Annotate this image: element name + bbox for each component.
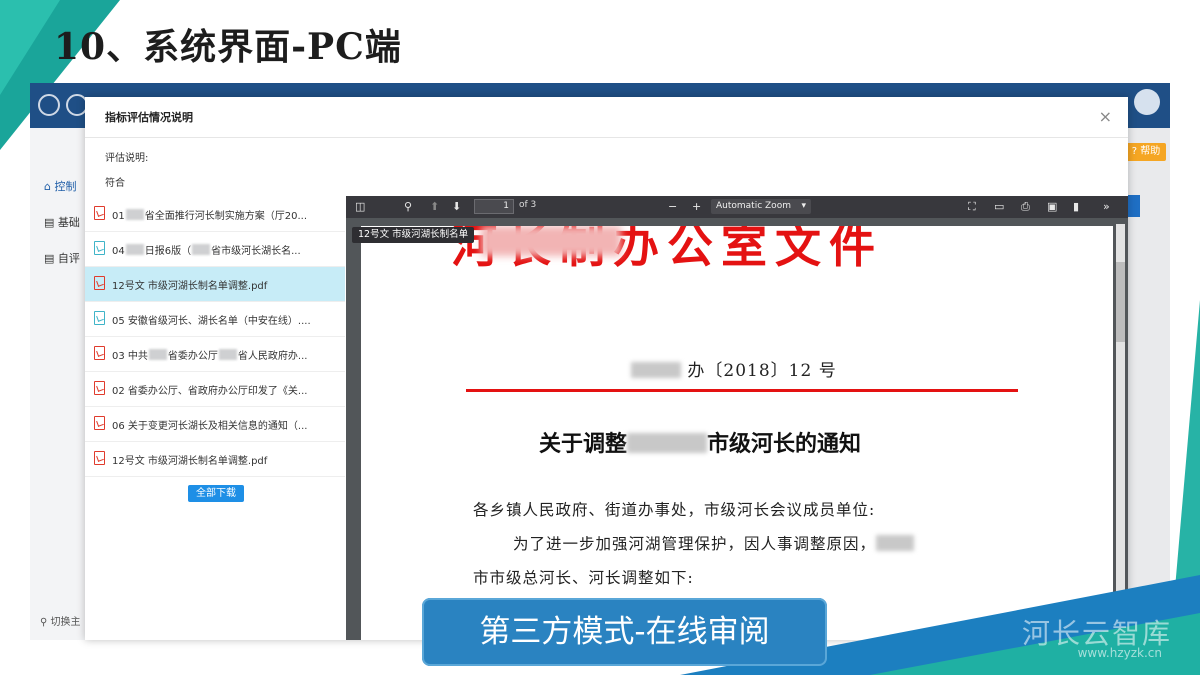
- document-number-text: 办〔2018〕12 号: [687, 361, 837, 381]
- document-paragraph: 为了进一步加强河湖管理保护，因人事调整原因，: [513, 532, 915, 554]
- heading-text: 市级河长的通知: [707, 431, 862, 457]
- avatar[interactable]: [1134, 89, 1160, 115]
- open-file-icon[interactable]: ▭: [994, 199, 1004, 215]
- pdf-file-icon: [94, 451, 105, 465]
- file-item[interactable]: 06 关于变更河长湖长及相关信息的通知（...: [85, 407, 345, 442]
- pdf-toolbar: ◫ ⚲ ⬆ ⬇ 1 of 3 − + Automatic Zoom ⛶ ▭ ⎙ …: [346, 196, 1128, 218]
- page-count: of 3: [519, 200, 537, 210]
- document-paragraph: 各乡镇人民政府、街道办事处，市级河长会议成员单位:: [473, 501, 876, 519]
- file-item[interactable]: 04 日报6版（ 省市级河长湖长名...: [85, 232, 345, 267]
- slide-title: 10、系统界面-PC端: [54, 26, 402, 68]
- document-paragraph: 市市级总河长、河长调整如下:: [473, 569, 694, 587]
- doc-file-icon: [94, 241, 105, 255]
- zoom-select[interactable]: Automatic Zoom: [711, 199, 811, 214]
- sidebar-item-label: 控制: [54, 180, 77, 193]
- more-tools-icon[interactable]: »: [1103, 199, 1110, 215]
- file-name-mid: 日报6版（: [144, 246, 192, 257]
- sidebar-item-label: 基础: [57, 216, 80, 229]
- switch-theme-label: 切换主: [50, 617, 81, 628]
- help-label: 帮助: [1140, 146, 1161, 157]
- eval-label: 评估说明:: [105, 153, 149, 164]
- file-name: 01: [112, 211, 125, 222]
- file-list: 01 省全面推行河长制实施方案（厅20... 04 日报6版（ 省市级河长湖长名...…: [85, 197, 345, 477]
- file-name: 04: [112, 246, 125, 257]
- pdf-viewer: ◫ ⚲ ⬆ ⬇ 1 of 3 − + Automatic Zoom ⛶ ▭ ⎙ …: [346, 196, 1128, 640]
- file-name: 12号文 市级河湖长制名单调整.pdf: [112, 281, 268, 292]
- heading-text: 关于调整: [539, 431, 628, 457]
- bookmark-icon[interactable]: ▮: [1073, 199, 1079, 215]
- fullscreen-icon[interactable]: ⛶: [968, 199, 976, 215]
- scroll-thumb[interactable]: [1116, 262, 1125, 342]
- corner-decoration: [0, 0, 60, 95]
- download-icon[interactable]: ▣: [1047, 199, 1057, 215]
- sidebar: ⌂ 控制 ▤ 基础 ▤ 自评 ⚲ 切换主: [30, 128, 86, 640]
- download-all-button[interactable]: 全部下载: [188, 485, 244, 502]
- red-rule: [466, 389, 1018, 392]
- arrow-up-icon[interactable]: ⬆: [430, 199, 439, 215]
- page-number-input[interactable]: 1: [474, 199, 514, 214]
- redacted-text: [876, 535, 915, 551]
- pdf-file-icon: [94, 276, 105, 290]
- divider: [85, 137, 1128, 138]
- arrow-down-icon[interactable]: ⬇: [452, 199, 461, 215]
- search-icon[interactable]: ⚲: [404, 199, 412, 215]
- file-item[interactable]: 12号文 市级河湖长制名单调整.pdf: [85, 442, 345, 477]
- file-item[interactable]: 01 省全面推行河长制实施方案（厅20...: [85, 197, 345, 232]
- sidebar-item-self-eval[interactable]: ▤ 自评: [44, 250, 80, 266]
- file-item[interactable]: 03 中共 省委办公厅 省人民政府办...: [85, 337, 345, 372]
- pdf-file-icon: [94, 416, 105, 430]
- sidebar-item-label: 自评: [57, 252, 80, 265]
- sidebar-item-basic[interactable]: ▤ 基础: [44, 214, 80, 230]
- pdf-file-icon: [94, 346, 105, 360]
- file-name: 05 安徽省级河长、湖长名单（中安在线）....: [112, 316, 311, 327]
- pdf-file-icon: [94, 206, 105, 220]
- logo-icon: [38, 94, 60, 116]
- sidebar-item-control[interactable]: ⌂ 控制: [44, 178, 76, 194]
- file-item[interactable]: 05 安徽省级河长、湖长名单（中安在线）....: [85, 302, 345, 337]
- file-name-mid: 省委办公厅: [167, 351, 218, 362]
- doc-file-icon: [94, 311, 105, 325]
- file-name: 12号文 市级河湖长制名单调整.pdf: [112, 456, 268, 467]
- file-name: 03 中共: [112, 351, 148, 362]
- redacted-text: [627, 433, 708, 453]
- zoom-in-icon[interactable]: +: [692, 199, 701, 215]
- file-item-selected[interactable]: 12号文 市级河湖长制名单调整.pdf: [85, 267, 345, 302]
- zoom-out-icon[interactable]: −: [668, 199, 677, 215]
- file-name-rest: 省人民政府办...: [237, 351, 308, 362]
- paragraph-text: 为了进一步加强河湖管理保护，因人事调整原因，: [513, 535, 877, 553]
- file-name-rest: 省市级河长湖长名...: [211, 246, 301, 257]
- side-decoration: [1174, 300, 1200, 600]
- evaluation-dialog: 指标评估情况说明 × 评估说明: 符合 01 省全面推行河长制实施方案（厅20..…: [85, 97, 1128, 640]
- file-item[interactable]: 02 省委办公厅、省政府办公厅印发了《关...: [85, 372, 345, 407]
- switch-theme[interactable]: ⚲ 切换主: [40, 613, 81, 628]
- file-tooltip: 12号文 市级河湖长制名单: [352, 227, 475, 243]
- action-button[interactable]: [1128, 195, 1140, 217]
- document-number: 办〔2018〕12 号: [631, 356, 837, 381]
- pdf-file-icon: [94, 381, 105, 395]
- sidebar-toggle-icon[interactable]: ◫: [355, 199, 365, 215]
- file-name-rest: 省全面推行河长制实施方案（厅20...: [144, 211, 307, 222]
- close-icon[interactable]: ×: [1099, 107, 1112, 126]
- watermark-url: www.hzyzk.cn: [1077, 646, 1162, 660]
- mode-banner: 第三方模式-在线审阅: [422, 598, 827, 666]
- document-heading: 关于调整 市级河长的通知: [539, 426, 861, 458]
- help-button[interactable]: ? 帮助: [1126, 143, 1166, 161]
- print-icon[interactable]: ⎙: [1021, 199, 1030, 215]
- redacted-area: [481, 226, 621, 256]
- file-name: 02 省委办公厅、省政府办公厅印发了《关...: [112, 386, 308, 397]
- dialog-title: 指标评估情况说明: [105, 111, 193, 124]
- eval-value: 符合: [105, 178, 125, 189]
- file-name: 06 关于变更河长湖长及相关信息的通知（...: [112, 421, 308, 432]
- redacted-text: [631, 362, 681, 378]
